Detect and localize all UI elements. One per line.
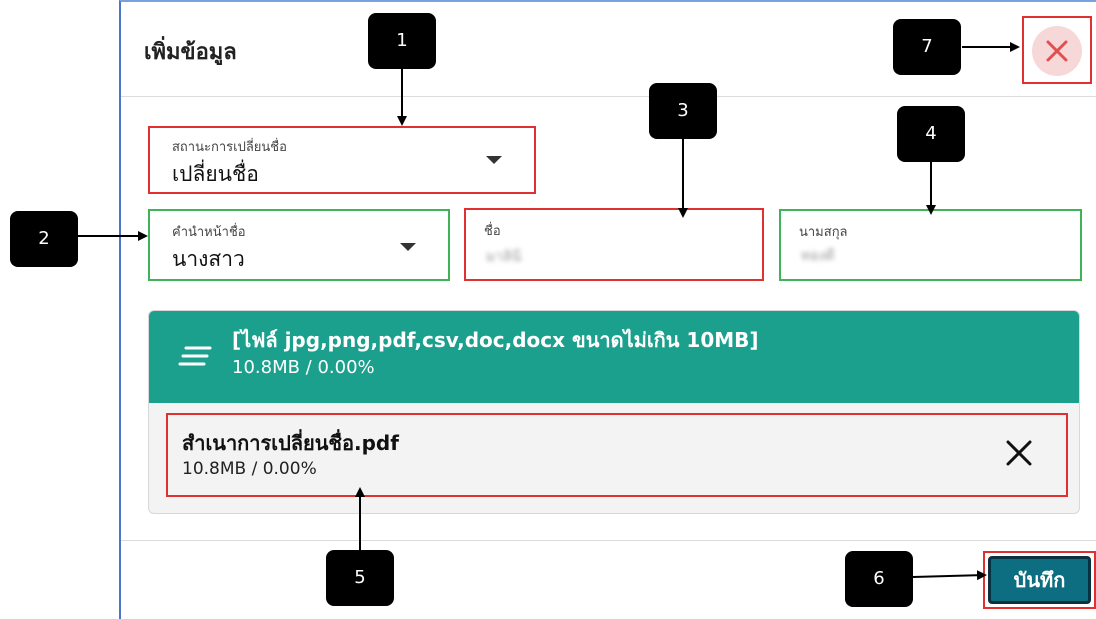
callout-badge-3: 3 [649,83,717,139]
callout-badge-5: 5 [326,550,394,606]
callout-badge-7: 7 [893,19,961,75]
arrow-6 [912,570,987,581]
callout-badge-4: 4 [897,106,965,162]
callout-badge-6: 6 [845,551,913,607]
callout-badge-1: 1 [368,13,436,69]
callout-badge-2: 2 [10,211,78,267]
callout-arrows [78,42,1020,581]
